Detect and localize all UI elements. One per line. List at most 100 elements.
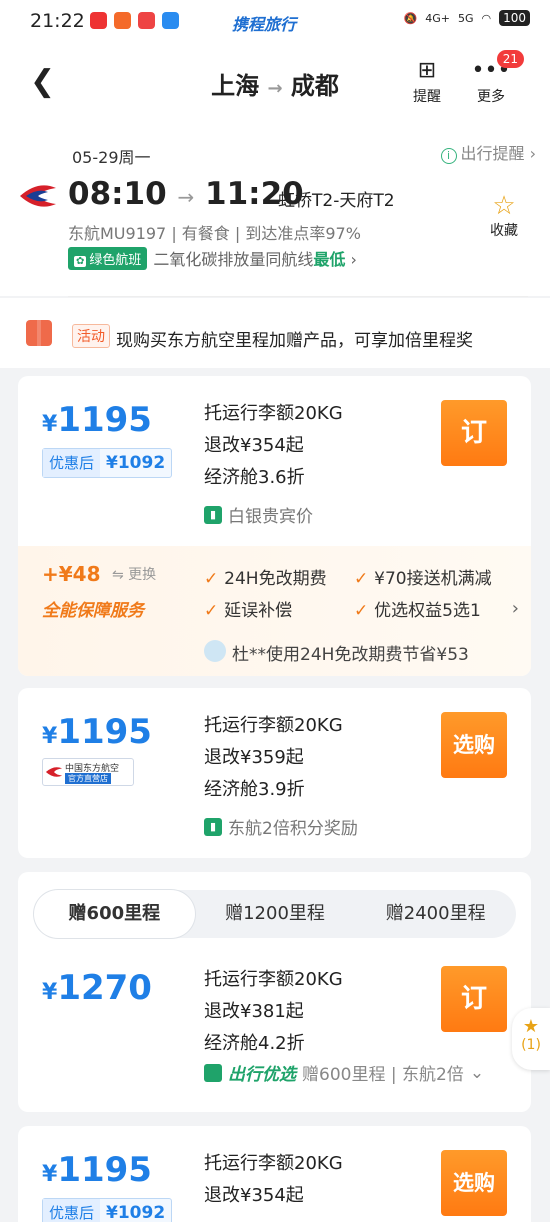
perk-text: 赠600里程 | 东航2倍 bbox=[302, 1065, 464, 1085]
green-tag-label: 绿色航班 bbox=[89, 252, 142, 268]
wifi-icon: ◠ bbox=[481, 11, 492, 25]
green-text-lowest: 最低 bbox=[313, 250, 346, 269]
green-text: 二氧化碳排放量同航线最低 › bbox=[153, 250, 357, 269]
top-nav: ❮ 上海 → 成都 ⊞ 提醒 ••• 更多 21 bbox=[0, 44, 550, 124]
discount-value: ¥1092 bbox=[106, 453, 166, 473]
insurance-panel[interactable]: +¥48 ⇋ 更换 全能保障服务 24H免改期费 ¥70接送机满减 延误补偿 优… bbox=[18, 546, 531, 676]
flight-times: 08:10 → 11:20 bbox=[68, 176, 304, 212]
official-store-badge: 中国东方航空 官方直营店 bbox=[42, 758, 134, 786]
currency-symbol: ¥ bbox=[42, 412, 58, 437]
fare-info: 托运行李额20KG 退改¥354起 经济舱3.6折 bbox=[204, 398, 343, 494]
fare-card[interactable]: ¥1195 中国东方航空 官方直营店 托运行李额20KG 退改¥359起 经济舱… bbox=[18, 688, 531, 858]
chevron-right-icon[interactable]: › bbox=[512, 598, 519, 619]
perk-row: ▮ 东航2倍积分奖励 bbox=[204, 814, 358, 839]
star-icon: ★ bbox=[522, 1016, 540, 1037]
mileage-tabs: 赠600里程 赠1200里程 赠2400里程 bbox=[34, 890, 516, 938]
notification-icons bbox=[90, 12, 179, 29]
discount-label: 优惠后 bbox=[43, 1199, 101, 1222]
green-flight-row[interactable]: ✿ 绿色航班 二氧化碳排放量同航线最低 › bbox=[68, 246, 357, 270]
baggage-text: 托运行李额20KG bbox=[204, 403, 343, 424]
star-icon: ☆ bbox=[492, 191, 516, 221]
perk-text: 白银贵宾价 bbox=[228, 507, 313, 527]
travel-remind-link[interactable]: i 出行提醒 › bbox=[440, 140, 536, 164]
remind-button[interactable]: ⊞ 提醒 bbox=[402, 56, 452, 106]
currency-symbol: ¥ bbox=[42, 980, 58, 1005]
perk-icon bbox=[204, 1063, 222, 1082]
gift-icon bbox=[26, 320, 52, 346]
promo-tag: 活动 bbox=[72, 324, 110, 348]
perk-brand: 出行优选 bbox=[228, 1065, 296, 1085]
discount-price: 优惠后 ¥1092 bbox=[42, 448, 173, 478]
tab-1200-miles[interactable]: 赠1200里程 bbox=[195, 890, 356, 938]
refund-text: 退改¥359起 bbox=[204, 747, 304, 768]
perk-row[interactable]: 出行优选 赠600里程 | 东航2倍 ⌄ bbox=[204, 1060, 484, 1085]
china-eastern-logo-icon bbox=[20, 185, 56, 207]
refund-text: 退改¥381起 bbox=[204, 1001, 304, 1022]
fare-card[interactable]: ¥1195 优惠后 ¥1092 托运行李额20KG 退改¥354起 选购 bbox=[18, 1126, 531, 1222]
airports: 虹桥T2-天府T2 bbox=[278, 191, 395, 211]
depart-time: 08:10 bbox=[68, 176, 167, 212]
status-time: 21:22 bbox=[30, 10, 85, 32]
fare-card[interactable]: ¥1195 优惠后 ¥1092 托运行李额20KG 退改¥354起 经济舱3.6… bbox=[18, 376, 531, 676]
app-notification-icon bbox=[114, 12, 131, 29]
fare-price: ¥1195 bbox=[42, 712, 152, 752]
price-value: 1195 bbox=[57, 712, 152, 752]
flight-summary: 05-29周一 i 出行提醒 › 08:10 → 11:20 虹桥T2-天府T2 … bbox=[0, 124, 550, 296]
status-bar: 21:22 携程旅行 🔕 4G+ 5G ◠ 100 bbox=[0, 0, 550, 44]
insurance-item: 优选权益5选1 bbox=[354, 596, 494, 621]
promo-banner[interactable]: 活动 现购买东方航空里程加赠产品，可享加倍里程奖 bbox=[0, 298, 550, 368]
insurance-price: +¥48 bbox=[42, 562, 101, 586]
collect-button[interactable]: ☆ 收藏 bbox=[484, 192, 524, 240]
purchase-button[interactable]: 选购 bbox=[441, 712, 507, 778]
battery-icon: 100 bbox=[499, 10, 530, 26]
insurance-item: 24H免改期费 bbox=[204, 564, 344, 589]
collect-label: 收藏 bbox=[490, 223, 518, 239]
system-icons: 🔕 4G+ 5G ◠ 100 bbox=[403, 10, 530, 26]
currency-symbol: ¥ bbox=[42, 724, 58, 749]
insurance-user-note: 杜**使用24H免改期费节省¥53 bbox=[232, 645, 469, 665]
brand-watermark: 携程旅行 bbox=[232, 15, 297, 34]
tab-600-miles[interactable]: 赠600里程 bbox=[34, 890, 195, 938]
floating-favorite-button[interactable]: ★ (1) bbox=[512, 1008, 550, 1070]
more-label: 更多 bbox=[477, 89, 505, 105]
fare-info: 托运行李额20KG 退改¥381起 经济舱4.2折 bbox=[204, 964, 343, 1060]
discount-price: 优惠后 ¥1092 bbox=[42, 1198, 173, 1222]
promo-text: 现购买东方航空里程加赠产品，可享加倍里程奖 bbox=[116, 331, 473, 351]
travel-remind-label: 出行提醒 bbox=[460, 144, 525, 163]
perk-row: ▮ 白银贵宾价 bbox=[204, 502, 313, 527]
signal-4g: 4G+ bbox=[425, 11, 450, 25]
fare-info: 托运行李额20KG 退改¥359起 经济舱3.9折 bbox=[204, 710, 343, 806]
discount-value: ¥1092 bbox=[106, 1203, 166, 1222]
cabin-text: 经济舱4.2折 bbox=[204, 1033, 305, 1054]
fare-price: ¥1195 bbox=[42, 1150, 152, 1190]
chart-plus-icon: ⊞ bbox=[417, 58, 437, 83]
green-flight-tag: ✿ 绿色航班 bbox=[68, 246, 148, 270]
insurance-name: 全能保障服务 bbox=[42, 601, 144, 621]
book-button[interactable]: 订 bbox=[441, 966, 507, 1032]
store-tag: 官方直营店 bbox=[65, 773, 111, 784]
fare-info: 托运行李额20KG 退改¥354起 bbox=[204, 1148, 343, 1212]
insurance-swap[interactable]: ⇋ 更换 bbox=[112, 564, 156, 584]
flight-date: 05-29周一 bbox=[72, 148, 151, 167]
favorite-count: (1) bbox=[521, 1037, 541, 1053]
perk-icon: ▮ bbox=[204, 817, 222, 836]
more-button[interactable]: ••• 更多 21 bbox=[466, 50, 524, 106]
fare-card[interactable]: 赠600里程 赠1200里程 赠2400里程 ¥1270 托运行李额20KG 退… bbox=[18, 872, 531, 1112]
price-value: 1195 bbox=[57, 1150, 152, 1190]
refund-text: 退改¥354起 bbox=[204, 435, 304, 456]
fare-price: ¥1270 bbox=[42, 968, 152, 1008]
insurance-item: 延误补偿 bbox=[204, 596, 344, 621]
mute-icon: 🔕 bbox=[403, 11, 418, 25]
tab-2400-miles[interactable]: 赠2400里程 bbox=[355, 890, 516, 938]
time-arrow-icon: → bbox=[177, 185, 195, 209]
divider bbox=[68, 296, 528, 297]
route-arrow-icon: → bbox=[267, 78, 283, 99]
discount-label: 优惠后 bbox=[43, 449, 101, 477]
purchase-button[interactable]: 选购 bbox=[441, 1150, 507, 1216]
remind-label: 提醒 bbox=[413, 89, 441, 105]
insurance-item: ¥70接送机满减 bbox=[354, 564, 494, 589]
book-button[interactable]: 订 bbox=[441, 400, 507, 466]
chevron-down-icon: ⌄ bbox=[469, 1062, 485, 1083]
price-value: 1270 bbox=[57, 968, 152, 1008]
price-value: 1195 bbox=[57, 400, 152, 440]
